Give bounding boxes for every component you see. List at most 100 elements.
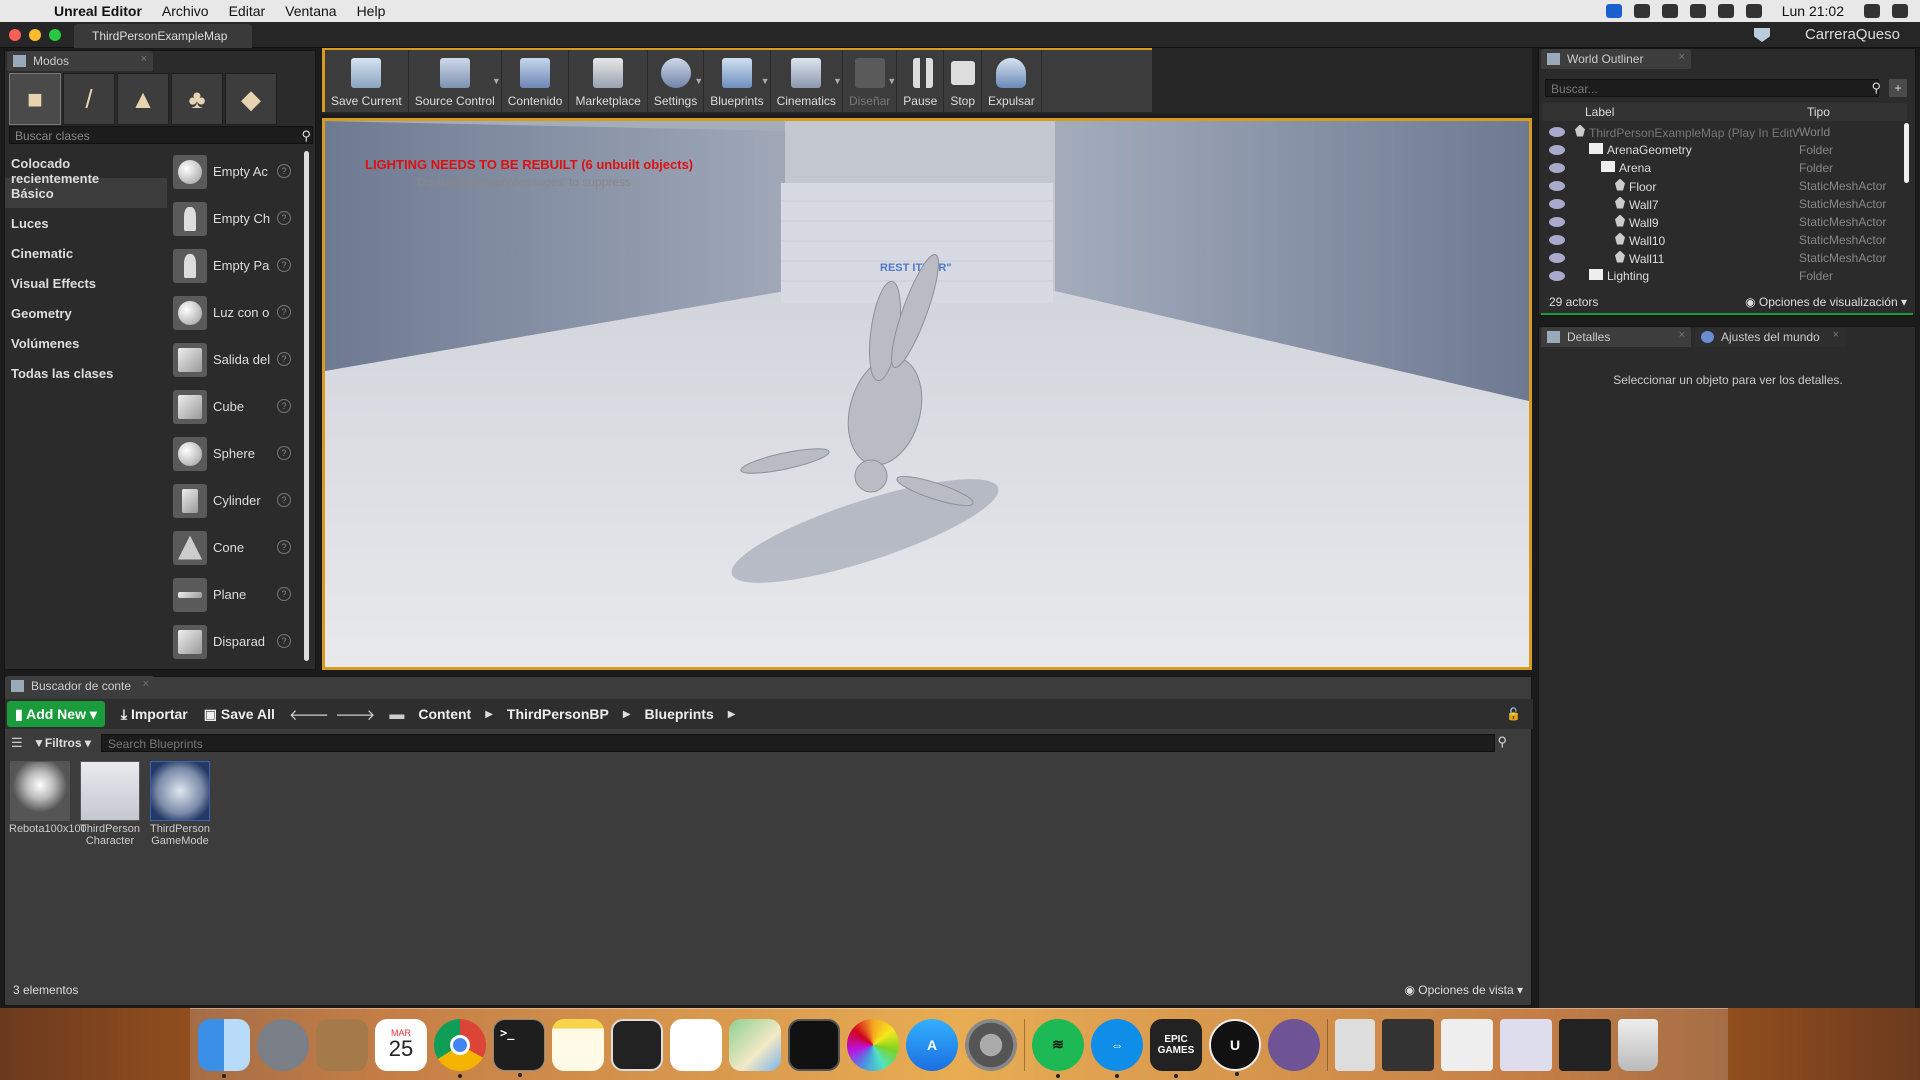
- trash-icon[interactable]: [1618, 1018, 1658, 1071]
- calendar-icon[interactable]: MAR 25: [375, 1018, 427, 1071]
- help-icon[interactable]: ?: [277, 587, 291, 601]
- modes-tab[interactable]: Modos ×: [7, 51, 153, 71]
- lock-icon[interactable]: 🔓: [1506, 707, 1521, 721]
- filters-button[interactable]: ▼Filtros ▾: [33, 736, 91, 750]
- world-outliner-tab[interactable]: World Outliner ×: [1541, 49, 1691, 69]
- eye-icon[interactable]: [1549, 217, 1565, 227]
- eye-icon[interactable]: [1549, 235, 1565, 245]
- eye-icon[interactable]: [1549, 163, 1565, 173]
- eye-icon[interactable]: [1549, 199, 1565, 209]
- unreal-engine-icon[interactable]: U: [1209, 1018, 1261, 1076]
- folder-icon[interactable]: ▬: [389, 706, 404, 723]
- help-icon[interactable]: ?: [277, 305, 291, 319]
- asset-tile-rebota[interactable]: Rebota100x100: [9, 761, 87, 847]
- help-icon[interactable]: ?: [277, 211, 291, 225]
- class-item-point-light[interactable]: Luz con o?: [173, 289, 297, 336]
- minimize-window-button[interactable]: [29, 29, 41, 41]
- category-lights[interactable]: Luces: [5, 208, 167, 238]
- forward-arrow-icon[interactable]: 🡒: [335, 705, 375, 724]
- help-icon[interactable]: ?: [277, 258, 291, 272]
- outliner-search-input[interactable]: Buscar...: [1545, 79, 1879, 97]
- category-visual-effects[interactable]: Visual Effects: [5, 268, 167, 298]
- help-icon[interactable]: ?: [277, 446, 291, 460]
- category-geometry[interactable]: Geometry: [5, 298, 167, 328]
- outliner-row-arenageometry[interactable]: ArenaGeometry Folder: [1543, 141, 1907, 159]
- chevron-down-icon[interactable]: ▼: [833, 76, 842, 86]
- photos-icon[interactable]: [847, 1018, 899, 1071]
- volume-status-icon[interactable]: [1745, 4, 1762, 18]
- document-thumbnail-icon[interactable]: [1500, 1018, 1552, 1071]
- menu-ventana[interactable]: Ventana: [285, 3, 336, 19]
- class-item-empty-actor[interactable]: Empty Ac?: [173, 148, 297, 195]
- help-icon[interactable]: ?: [277, 399, 291, 413]
- activity-monitor-icon[interactable]: [788, 1018, 840, 1071]
- pause-button[interactable]: Pause: [897, 50, 945, 112]
- outliner-row-world[interactable]: ThirdPersonExampleMap (Play In EditWorld…: [1543, 123, 1907, 141]
- dock-status-icon[interactable]: [1633, 4, 1650, 18]
- column-label-header[interactable]: Label: [1543, 103, 1803, 121]
- search-icon[interactable]: ⚲: [1871, 80, 1881, 96]
- eye-icon[interactable]: [1549, 181, 1565, 191]
- menu-help[interactable]: Help: [357, 3, 386, 19]
- launchpad-icon[interactable]: [257, 1018, 309, 1071]
- airplay-status-icon[interactable]: [1717, 4, 1734, 18]
- class-item-player-start[interactable]: Salida del?: [173, 336, 297, 383]
- outliner-row-floor[interactable]: Floor StaticMeshActor: [1543, 177, 1907, 195]
- category-volumes[interactable]: Volúmenes: [5, 328, 167, 358]
- world-settings-tab[interactable]: Ajustes del mundo ×: [1695, 327, 1845, 347]
- category-cinematic[interactable]: Cinematic: [5, 238, 167, 268]
- breadcrumb-separator-icon[interactable]: ▶: [485, 709, 493, 720]
- epic-thumbnail-icon[interactable]: [1559, 1018, 1611, 1071]
- contacts-icon[interactable]: [316, 1018, 368, 1071]
- add-new-button[interactable]: ▮ Add New ▾: [7, 701, 105, 727]
- level-viewport[interactable]: REST ITH "R" LIGHTING NEEDS TO BE REBUIL…: [322, 118, 1532, 670]
- notification-center-icon[interactable]: [1892, 4, 1908, 18]
- save-current-button[interactable]: Save Current: [325, 50, 409, 112]
- sources-toggle-icon[interactable]: ☰: [11, 735, 23, 751]
- back-arrow-icon[interactable]: 🡐: [289, 705, 329, 724]
- search-icon[interactable]: ⚲: [301, 128, 311, 144]
- eye-icon[interactable]: [1549, 145, 1565, 155]
- app-store-icon[interactable]: A: [906, 1018, 958, 1071]
- outliner-row-arena[interactable]: Arena Folder: [1543, 159, 1907, 177]
- class-item-cube[interactable]: Cube?: [173, 383, 297, 430]
- finder-icon[interactable]: [198, 1018, 250, 1078]
- level-tab[interactable]: ThirdPersonExampleMap: [74, 24, 252, 48]
- settings-button[interactable]: Settings ▼: [648, 50, 705, 112]
- eye-icon[interactable]: [1549, 127, 1565, 137]
- menu-app-name[interactable]: Unreal Editor: [54, 3, 142, 19]
- eject-button[interactable]: Expulsar: [982, 50, 1042, 112]
- build-button[interactable]: Diseñar ▼: [843, 50, 898, 112]
- foliage-mode-button[interactable]: ♣: [171, 73, 223, 125]
- landscape-mode-button[interactable]: ▲: [117, 73, 169, 125]
- sync-status-icon[interactable]: [1661, 4, 1678, 18]
- close-icon[interactable]: ×: [141, 53, 147, 65]
- outliner-row-wall9[interactable]: Wall9 StaticMeshActor: [1543, 213, 1907, 231]
- chevron-down-icon[interactable]: ▼: [492, 76, 501, 86]
- chevron-down-icon[interactable]: ▼: [694, 76, 703, 86]
- search-icon[interactable]: ⚲: [1497, 734, 1507, 750]
- spotlight-search-icon[interactable]: [1864, 4, 1880, 18]
- geometry-mode-button[interactable]: ◆: [225, 73, 277, 125]
- maps-icon[interactable]: [729, 1018, 781, 1071]
- stop-button[interactable]: Stop: [944, 50, 983, 112]
- eye-icon[interactable]: [1549, 271, 1565, 281]
- close-icon[interactable]: ×: [143, 678, 149, 690]
- outliner-view-options-button[interactable]: ◉ Opciones de visualización ▾: [1745, 295, 1907, 309]
- outliner-row-lighting[interactable]: Lighting Folder: [1543, 267, 1907, 283]
- details-tab[interactable]: Detalles ×: [1541, 327, 1691, 347]
- content-view-options-button[interactable]: ◉ Opciones de vista ▾: [1404, 983, 1523, 997]
- class-list-scrollbar[interactable]: [304, 151, 309, 661]
- asset-tile-thirdperson-gamemode[interactable]: ThirdPerson GameMode: [149, 761, 211, 847]
- menubar-clock[interactable]: Lun 21:02: [1782, 3, 1844, 19]
- window-thumbnail-icon[interactable]: [1441, 1018, 1493, 1071]
- class-item-empty-pawn[interactable]: Empty Pa?: [173, 242, 297, 289]
- chevron-down-icon[interactable]: ▼: [761, 76, 770, 86]
- help-icon[interactable]: ?: [277, 493, 291, 507]
- eye-icon[interactable]: [1549, 253, 1565, 263]
- spotify-icon[interactable]: ≋: [1032, 1018, 1084, 1078]
- notes-icon[interactable]: [552, 1018, 604, 1071]
- help-icon[interactable]: ?: [277, 352, 291, 366]
- class-item-plane[interactable]: Plane?: [173, 571, 297, 618]
- class-item-cone[interactable]: Cone?: [173, 524, 297, 571]
